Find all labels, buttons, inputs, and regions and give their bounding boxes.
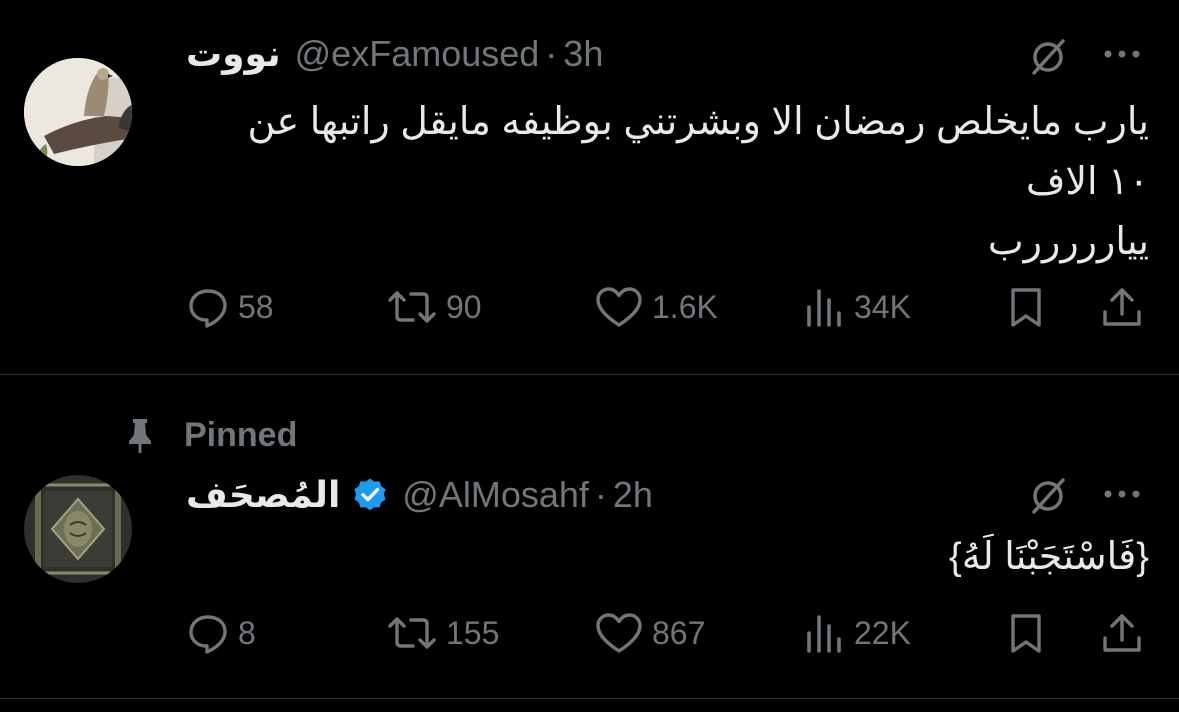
share-button[interactable] [1100, 608, 1144, 658]
reply-icon [189, 289, 227, 328]
tweet-almosahf[interactable]: Pinned المُصحَف @AlMosahf · 2h {فَاسْتَج… [0, 375, 1179, 698]
avatar-falcon-image [24, 58, 132, 166]
user-handle[interactable]: @AlMosahf [402, 474, 589, 516]
views-button[interactable]: 22K [802, 608, 911, 658]
tweet-header: نووت @exFamoused · 3h [186, 32, 603, 76]
more-icon[interactable] [1100, 484, 1144, 504]
user-handle[interactable]: @exFamoused [295, 33, 540, 75]
avatar-mushaf-image [24, 475, 132, 583]
views-icon [807, 615, 841, 653]
views-icon [807, 289, 841, 327]
share-icon [1103, 288, 1141, 326]
tweet-text-line: ييارررررب [987, 221, 1149, 263]
like-count: 867 [652, 614, 706, 651]
repost-count: 90 [446, 288, 482, 325]
bookmark-button[interactable] [1004, 282, 1048, 332]
like-button[interactable]: 1.6K [594, 282, 718, 332]
tweet-text-line: {فَاسْتَجَبْنَا لَهُ} [949, 536, 1149, 578]
views-count: 22K [854, 614, 911, 651]
repost-count: 155 [446, 614, 500, 651]
timestamp[interactable]: 2h [613, 474, 653, 516]
pin-icon [129, 419, 151, 453]
display-name[interactable]: نووت [186, 33, 281, 75]
heart-icon [596, 613, 642, 653]
tweet-text-line: يارب مايخلص رمضان الا وبشرتني بوظيفه ماي… [247, 101, 1149, 143]
reply-count: 58 [238, 288, 274, 325]
separator-dot: · [594, 474, 607, 515]
avatar[interactable] [24, 58, 132, 166]
views-count: 34K [854, 288, 911, 325]
tweet-actions: 8 155 867 22K [0, 608, 1179, 658]
reply-button[interactable]: 58 [186, 282, 274, 332]
tweet-text-line: ١٠ الاف [1025, 161, 1149, 203]
tweet-exfamoused[interactable]: نووت @exFamoused · 3h يارب مايخلص رمضان … [0, 0, 1179, 374]
like-count: 1.6K [652, 288, 718, 325]
repost-icon [388, 291, 436, 323]
timestamp[interactable]: 3h [563, 33, 603, 75]
bookmark-icon [1011, 288, 1041, 327]
share-button[interactable] [1100, 282, 1144, 332]
tweet-text: {فَاسْتَجَبْنَا لَهُ} [149, 527, 1149, 587]
tweet-divider [0, 698, 1179, 699]
views-button[interactable]: 34K [802, 282, 911, 332]
reply-count: 8 [238, 614, 256, 651]
tweet-text: يارب مايخلص رمضان الا وبشرتني بوظيفه ماي… [149, 92, 1149, 272]
reply-button[interactable]: 8 [186, 608, 256, 658]
pinned-label: Pinned [184, 415, 298, 454]
separator-dot: · [545, 33, 558, 74]
repost-button[interactable]: 155 [386, 608, 499, 658]
heart-icon [596, 287, 642, 327]
tweet-header: المُصحَف @AlMosahf · 2h [186, 473, 653, 517]
like-button[interactable]: 867 [594, 608, 705, 658]
share-icon [1103, 614, 1141, 652]
bookmark-icon [1011, 614, 1041, 653]
repost-button[interactable]: 90 [386, 282, 482, 332]
grok-icon[interactable] [1026, 35, 1070, 79]
pinned-indicator: Pinned [120, 415, 297, 455]
verified-badge-icon[interactable] [352, 477, 388, 513]
repost-icon [388, 617, 436, 649]
more-icon[interactable] [1100, 44, 1144, 64]
avatar[interactable] [24, 475, 132, 583]
display-name[interactable]: المُصحَف [186, 474, 340, 516]
reply-icon [189, 615, 227, 654]
grok-icon[interactable] [1026, 474, 1070, 518]
tweet-actions: 58 90 1.6K 34K [0, 282, 1179, 332]
bookmark-button[interactable] [1004, 608, 1048, 658]
